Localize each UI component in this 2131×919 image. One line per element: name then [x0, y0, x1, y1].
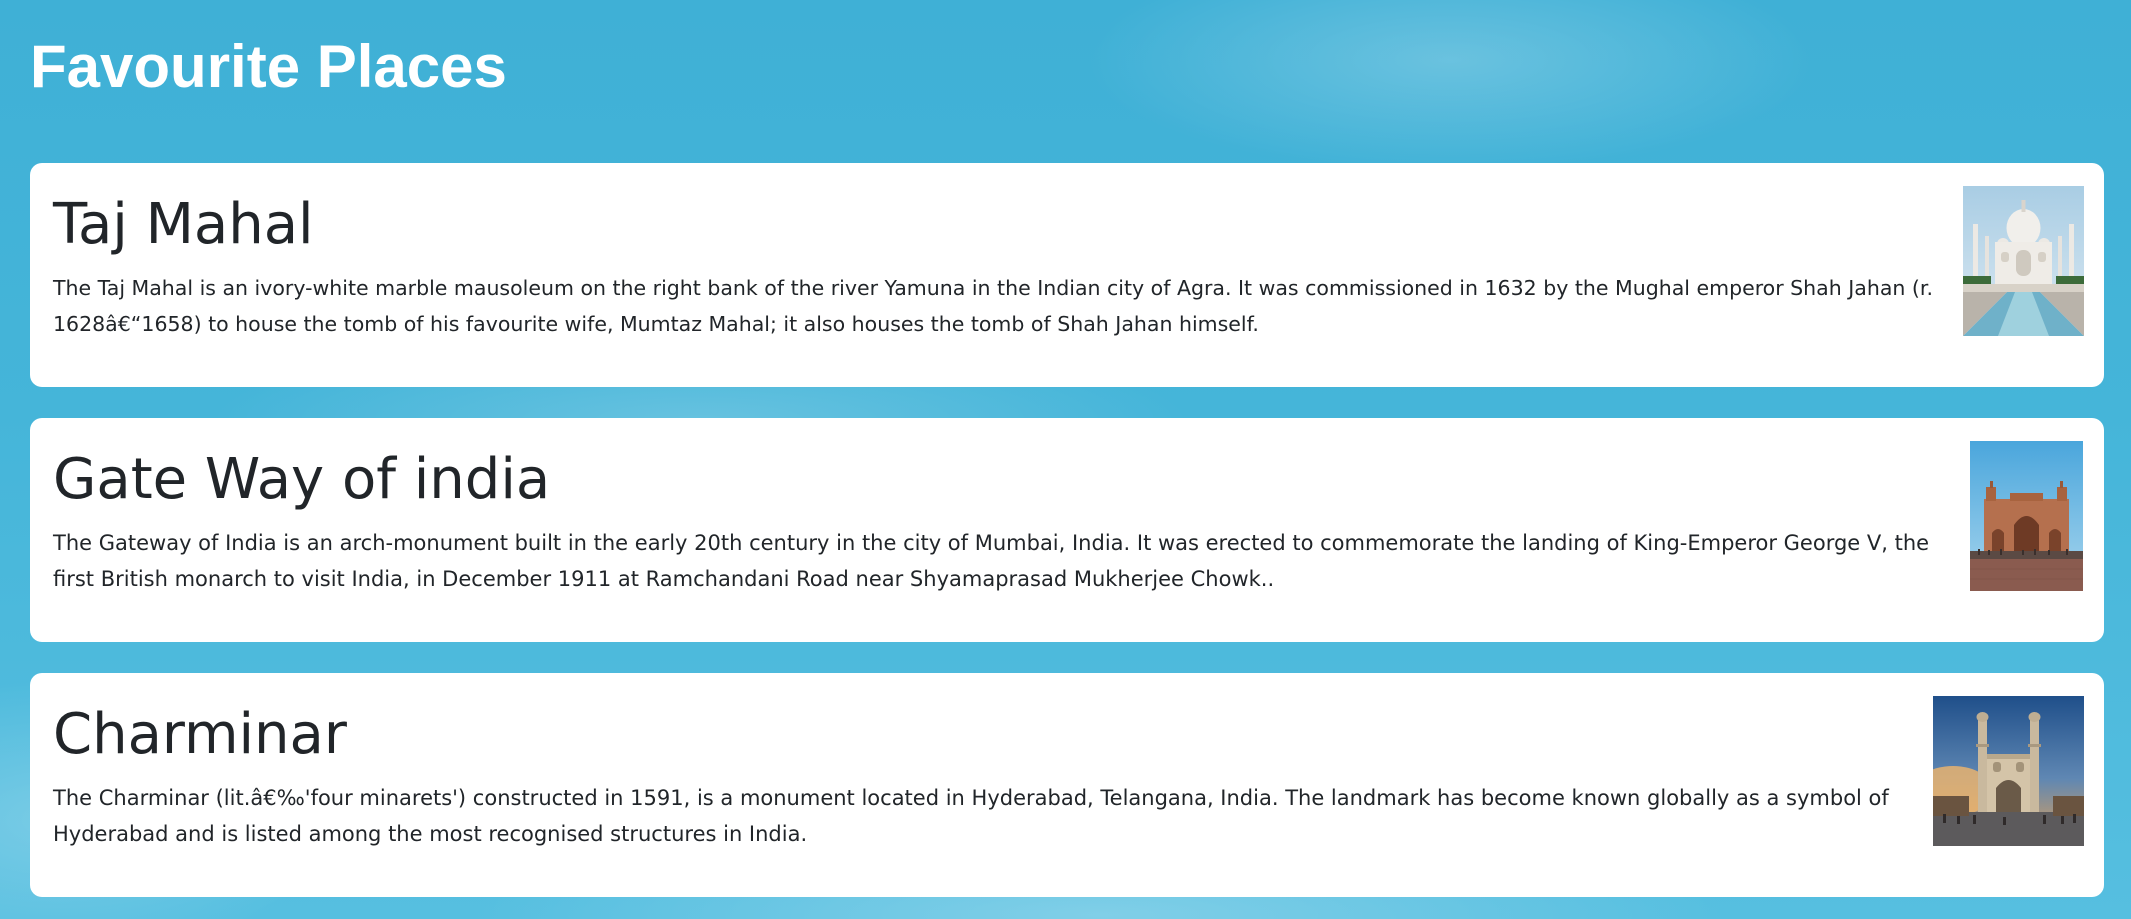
place-card-taj-mahal: Taj Mahal The Taj Mahal is an ivory-whit…	[30, 163, 2104, 387]
place-card-gateway-of-india: Gate Way of india The Gateway of India i…	[30, 418, 2104, 642]
place-title: Charminar	[53, 702, 347, 767]
place-title: Gate Way of india	[53, 447, 551, 512]
place-description: The Gateway of India is an arch-monument…	[53, 531, 1930, 591]
taj-mahal-image	[1963, 186, 2084, 336]
place-description: The Charminar (lit.â€‰'four minarets') c…	[53, 786, 1889, 846]
place-title: Taj Mahal	[53, 192, 314, 257]
page-title: Favourite Places	[30, 33, 507, 100]
place-description: The Taj Mahal is an ivory-white marble m…	[53, 276, 1933, 336]
charminar-image	[1933, 696, 2084, 846]
gateway-of-india-image	[1970, 441, 2083, 591]
place-card-charminar: Charminar The Charminar (lit.â€‰'four mi…	[30, 673, 2104, 897]
